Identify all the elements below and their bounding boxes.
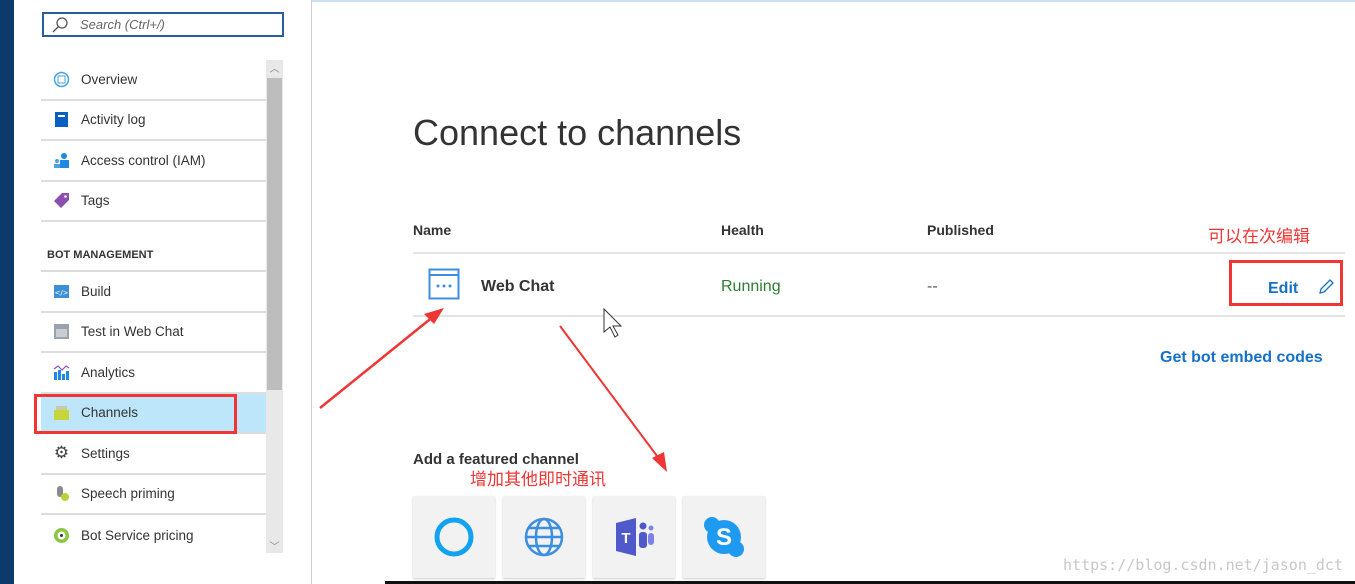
watermark: https://blog.csdn.net/jason_dct — [1063, 556, 1343, 574]
annotation-arrows — [319, 307, 667, 472]
arrow-to-featured — [559, 325, 667, 472]
mouse-cursor-icon — [603, 307, 623, 338]
arrow-to-webchat-icon — [319, 308, 444, 409]
